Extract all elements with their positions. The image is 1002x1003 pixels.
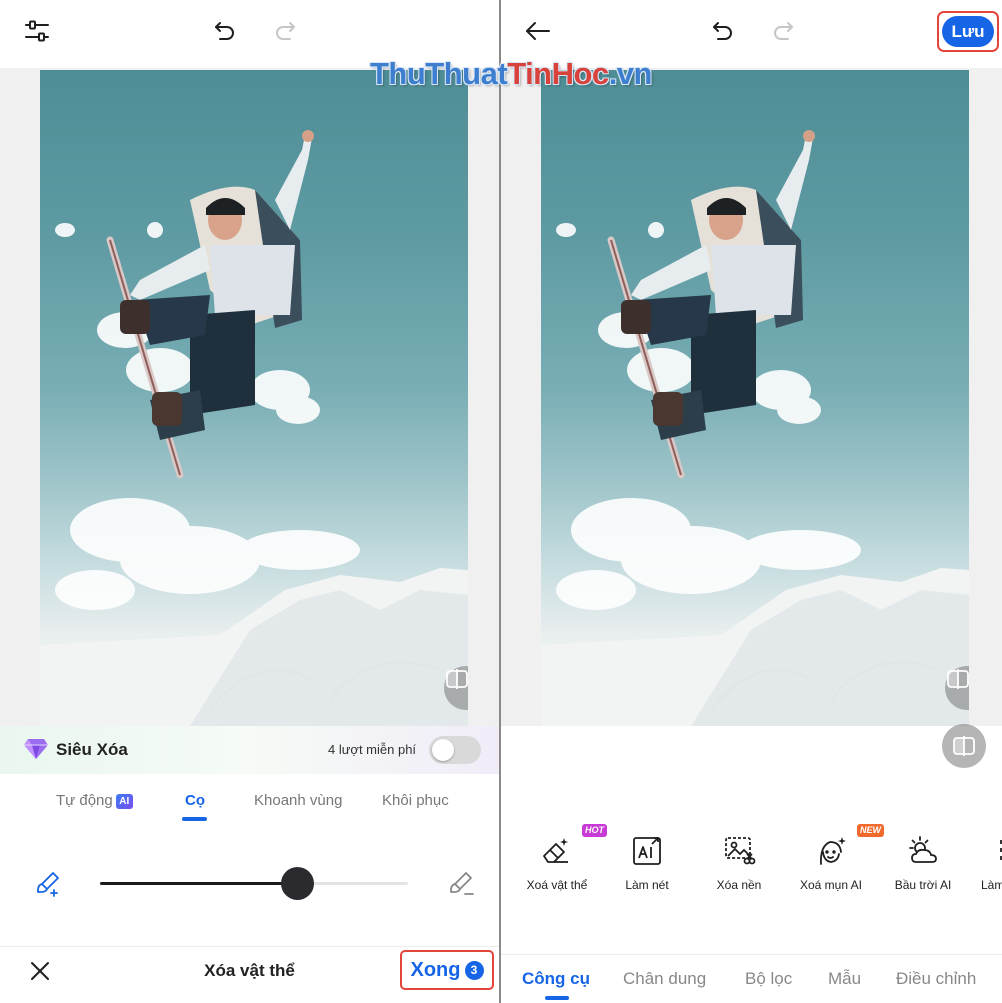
- brush-subtract-icon[interactable]: [447, 870, 475, 898]
- tool-remove-acne[interactable]: NEW Xoá mụn AI: [785, 824, 884, 906]
- save-button[interactable]: Lưu: [942, 16, 994, 47]
- background-remove-icon: [725, 837, 756, 865]
- tool-label: Bầu trời AI: [894, 878, 952, 892]
- ai-badge: AI: [115, 794, 133, 809]
- nav-tools[interactable]: Công cụ: [522, 969, 590, 989]
- compare-toggle-button[interactable]: [942, 724, 986, 768]
- tool-partial[interactable]: Làm: [969, 826, 1002, 906]
- tab-brush[interactable]: Cọ: [185, 792, 205, 809]
- redo-icon[interactable]: [268, 14, 302, 48]
- tool-label: Làm: [981, 878, 1002, 892]
- tool-ai-sky[interactable]: Bầu trời AI: [877, 826, 969, 906]
- tab-restore[interactable]: Khôi phục: [382, 792, 449, 809]
- tool-label: Xoá mụn AI: [799, 878, 863, 892]
- snowboarder-photo: [40, 130, 468, 726]
- eraser-sparkle-icon: [543, 838, 568, 863]
- sieu-xoa-bar: Siêu Xóa 4 lượt miễn phí: [0, 726, 499, 774]
- photo-canvas[interactable]: [40, 70, 468, 726]
- nav-filters[interactable]: Bộ lọc: [745, 969, 792, 989]
- tool-label: Làm nét: [625, 878, 669, 892]
- left-top-bar: [0, 0, 499, 68]
- tab-auto[interactable]: Tự động AI: [56, 792, 133, 809]
- diamond-icon: [24, 739, 48, 759]
- nav-adjust[interactable]: Điều chỉnh: [896, 969, 976, 989]
- redo-icon[interactable]: [766, 14, 800, 48]
- app-root: ThuThuatTinHoc.vn Siêu Xóa 4 lượt miễn p…: [0, 0, 1002, 1003]
- left-bottom-bar: Xóa vật thể Xong 3: [0, 946, 499, 1003]
- undo-icon[interactable]: [706, 14, 740, 48]
- brush-size-row: [0, 850, 499, 916]
- tool-remove-object[interactable]: HOT Xoá vật thể: [511, 824, 607, 906]
- sun-cloud-icon: [909, 836, 937, 863]
- active-tab-indicator: [182, 817, 207, 821]
- photo-canvas[interactable]: [541, 70, 969, 726]
- tool-remove-background[interactable]: Xóa nền: [693, 826, 785, 906]
- nav-templates[interactable]: Mẫu: [828, 969, 861, 989]
- tab-lasso[interactable]: Khoanh vùng: [254, 792, 342, 809]
- snowboarder-photo: [541, 130, 969, 726]
- left-editor-panel: Siêu Xóa 4 lượt miễn phí Tự động AI Cọ Kh…: [0, 0, 499, 1003]
- done-count-badge: 3: [464, 960, 484, 980]
- tool-label: Xoá vật thể: [526, 878, 588, 892]
- undo-icon[interactable]: [208, 14, 242, 48]
- active-nav-indicator: [545, 996, 569, 1000]
- sieu-xoa-toggle[interactable]: [429, 736, 481, 764]
- save-button-highlight[interactable]: Lưu: [937, 11, 999, 52]
- tools-row: HOT Xoá vật thể Làm nét Xóa nền NEW Xoá …: [501, 824, 1002, 906]
- brush-size-fill: [100, 882, 298, 885]
- sieu-xoa-title: Siêu Xóa: [56, 740, 128, 759]
- back-arrow-icon[interactable]: [521, 14, 555, 48]
- brush-mode-tabs: Tự động AI Cọ Khoanh vùng Khôi phục: [0, 774, 499, 830]
- free-uses-label: 4 lượt miễn phí: [328, 742, 417, 757]
- tool-sharpen[interactable]: Làm nét: [601, 826, 693, 906]
- right-top-bar: Lưu: [501, 0, 1002, 68]
- tool-icon: [1000, 840, 1002, 860]
- bottom-nav: Công cụ Chân dung Bộ lọc Mẫu Điều chỉnh: [501, 954, 1002, 1003]
- ai-sharpen-icon: [633, 837, 661, 865]
- brush-size-knob[interactable]: [280, 867, 314, 900]
- brush-add-icon[interactable]: [34, 870, 62, 898]
- nav-portrait[interactable]: Chân dung: [623, 969, 706, 989]
- adjust-sliders-icon[interactable]: [20, 14, 54, 48]
- done-button[interactable]: Xong 3: [400, 950, 494, 990]
- right-editor-panel: Lưu HOT Xoá vật thể Làm nét Xóa nền NEW …: [501, 0, 1002, 1003]
- tool-label: Xóa nền: [716, 878, 762, 892]
- done-label: Xong: [410, 958, 461, 981]
- face-sparkle-icon: [820, 837, 846, 865]
